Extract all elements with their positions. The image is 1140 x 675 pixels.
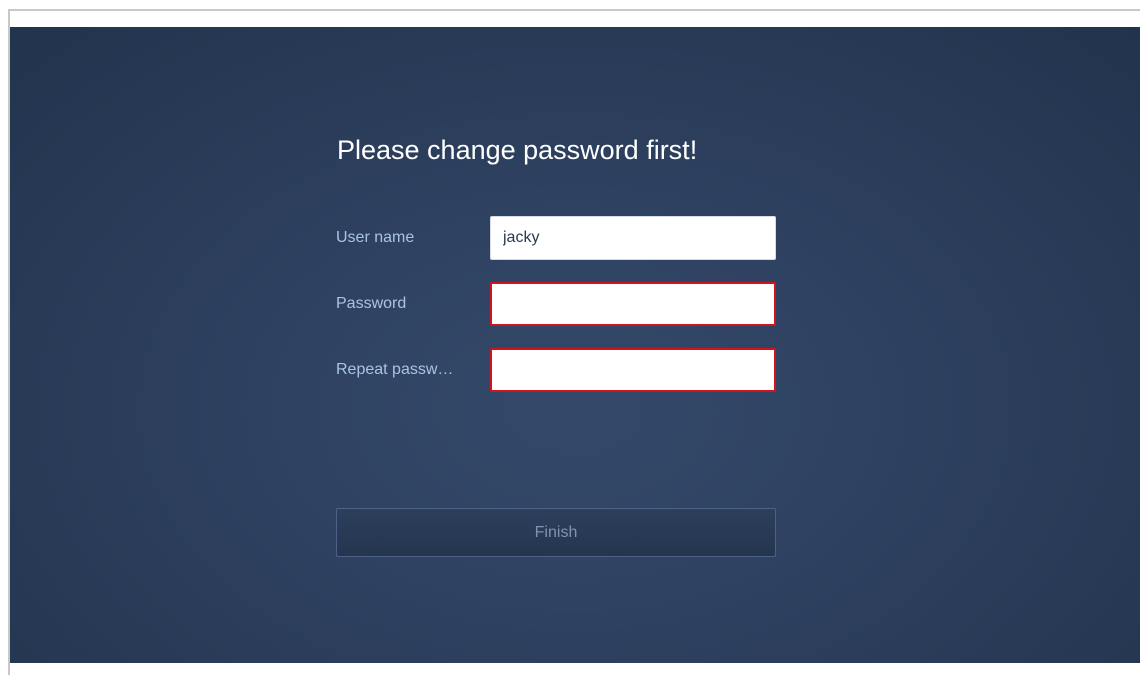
- username-field[interactable]: [490, 216, 776, 260]
- username-label: User name: [336, 229, 415, 246]
- page-title: Please change password first!: [337, 135, 698, 165]
- frame-top-border: [8, 9, 1140, 11]
- password-label: Password: [336, 295, 407, 312]
- finish-button[interactable]: Finish: [336, 508, 776, 557]
- change-password-panel: Please change password first! User name …: [10, 27, 1140, 663]
- repeat-password-field[interactable]: [490, 348, 776, 392]
- password-field[interactable]: [490, 282, 776, 326]
- repeat-password-label: Repeat passw…: [336, 361, 454, 378]
- window-frame: Please change password first! User name …: [0, 0, 1140, 675]
